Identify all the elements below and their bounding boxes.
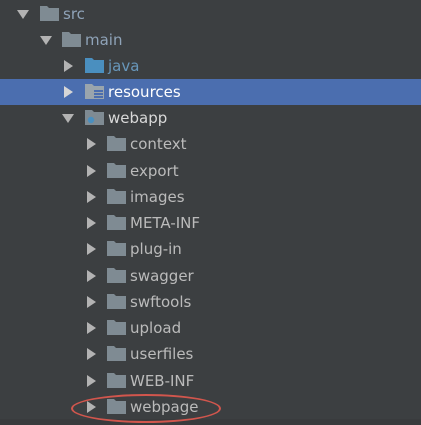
collapsed-arrow-icon[interactable] [62, 86, 74, 98]
web-folder-icon [85, 110, 104, 125]
source-folder-icon [85, 58, 104, 73]
collapsed-arrow-icon[interactable] [85, 348, 97, 360]
tree-node-label: WEB-INF [130, 372, 195, 390]
folder-icon [107, 399, 126, 414]
folder-icon [107, 268, 126, 283]
tree-node-swagger[interactable]: swagger [0, 263, 421, 289]
collapsed-arrow-icon[interactable] [85, 375, 97, 387]
folder-icon [107, 163, 126, 178]
tree-node-label: webpage [130, 398, 199, 416]
collapsed-arrow-icon[interactable] [85, 270, 97, 282]
tree-node-label: java [108, 57, 140, 75]
tree-node-src[interactable]: src [0, 1, 421, 27]
collapsed-arrow-icon[interactable] [85, 322, 97, 334]
collapsed-arrow-icon[interactable] [62, 60, 74, 72]
collapsed-arrow-icon[interactable] [85, 138, 97, 150]
tree-node-label: upload [130, 319, 182, 337]
tree-node-webapp[interactable]: webapp [0, 105, 421, 131]
tree-node-label: main [85, 31, 123, 49]
collapsed-arrow-icon[interactable] [85, 243, 97, 255]
tree-node-java[interactable]: java [0, 53, 421, 79]
tree-node-label: swftools [130, 293, 192, 311]
tree-node-label: export [130, 162, 179, 180]
resources-folder-icon [85, 84, 104, 99]
tree-node-context[interactable]: context [0, 131, 421, 157]
collapsed-arrow-icon[interactable] [85, 191, 97, 203]
tree-node-images[interactable]: images [0, 184, 421, 210]
collapsed-arrow-icon[interactable] [85, 401, 97, 413]
tree-node-meta-inf[interactable]: META-INF [0, 210, 421, 236]
tree-node-label: plug-in [130, 240, 182, 258]
expanded-arrow-icon[interactable] [17, 8, 29, 20]
tree-node-label: userfiles [130, 345, 194, 363]
folder-icon [107, 215, 126, 230]
tree-node-main[interactable]: main [0, 27, 421, 53]
tree-node-userfiles[interactable]: userfiles [0, 341, 421, 367]
tree-node-label: images [130, 188, 185, 206]
project-tree: src main java resources webapp context e… [0, 0, 421, 425]
folder-icon [107, 136, 126, 151]
tree-node-plug-in[interactable]: plug-in [0, 236, 421, 262]
tree-node-label: swagger [130, 267, 194, 285]
tree-node-label: META-INF [130, 214, 201, 232]
collapsed-arrow-icon[interactable] [85, 296, 97, 308]
tree-node-label: src [63, 5, 85, 23]
tree-node-label: context [130, 135, 187, 153]
folder-icon [107, 294, 126, 309]
folder-icon [107, 346, 126, 361]
folder-icon [107, 189, 126, 204]
tree-node-swftools[interactable]: swftools [0, 289, 421, 315]
expanded-arrow-icon[interactable] [40, 34, 52, 46]
expanded-arrow-icon[interactable] [62, 112, 74, 124]
tree-node-export[interactable]: export [0, 158, 421, 184]
folder-icon [62, 32, 81, 47]
tree-node-resources[interactable]: resources [0, 79, 421, 105]
tree-node-web-inf[interactable]: WEB-INF [0, 368, 421, 394]
bottom-cutoff-strip [0, 419, 421, 425]
folder-icon [107, 241, 126, 256]
folder-icon [40, 6, 59, 21]
tree-node-upload[interactable]: upload [0, 315, 421, 341]
folder-icon [107, 320, 126, 335]
tree-node-label: resources [108, 83, 181, 101]
collapsed-arrow-icon[interactable] [85, 217, 97, 229]
tree-node-webpage[interactable]: webpage [0, 394, 421, 420]
tree-node-label: webapp [108, 109, 168, 127]
collapsed-arrow-icon[interactable] [85, 165, 97, 177]
folder-icon [107, 373, 126, 388]
